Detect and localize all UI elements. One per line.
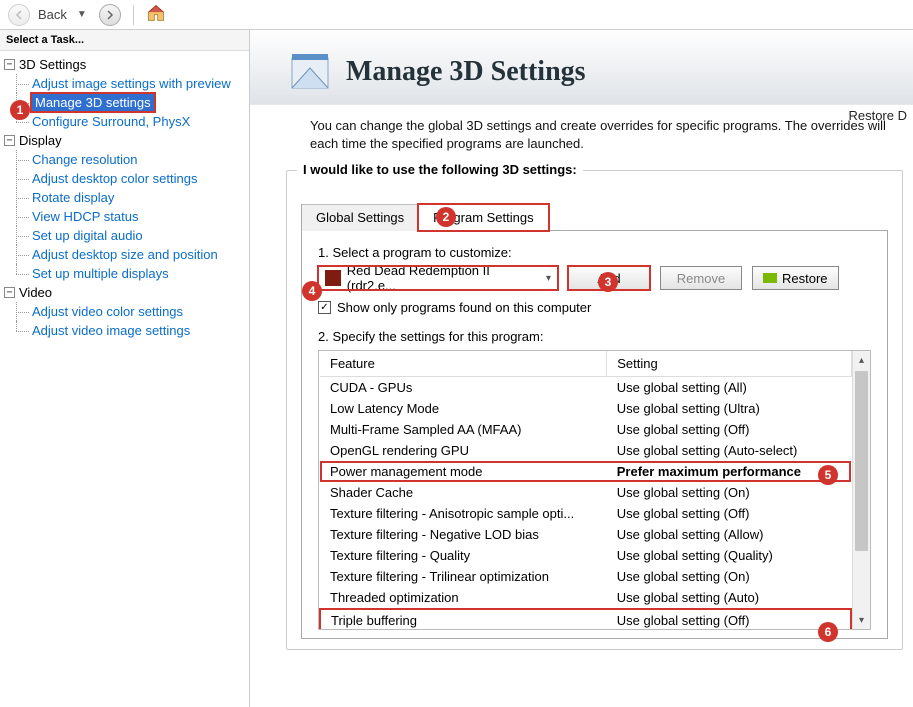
table-row[interactable]: Threaded optimizationUse global setting …: [320, 587, 851, 609]
feature-cell: Power management mode: [320, 461, 607, 482]
tree-link[interactable]: Adjust image settings with preview: [32, 76, 231, 91]
tab-global-settings[interactable]: Global Settings: [301, 204, 419, 231]
group-label: I would like to use the following 3D set…: [297, 162, 583, 177]
setting-cell[interactable]: Use global setting (Allow): [607, 524, 851, 545]
table-row[interactable]: Texture filtering - Anisotropic sample o…: [320, 503, 851, 524]
table-row[interactable]: Multi-Frame Sampled AA (MFAA)Use global …: [320, 419, 851, 440]
task-tree: −3D SettingsAdjust image settings with p…: [0, 51, 249, 707]
intro-text: You can change the global 3D settings an…: [250, 105, 913, 152]
forward-button[interactable]: [99, 4, 121, 26]
program-select[interactable]: Red Dead Redemption II (rdr2.e... ▾: [318, 266, 558, 290]
column-feature[interactable]: Feature: [320, 351, 607, 377]
setting-cell[interactable]: Prefer maximum performance: [607, 461, 851, 482]
chevron-down-icon: ▾: [546, 273, 551, 284]
setting-cell[interactable]: Use global setting (Ultra): [607, 398, 851, 419]
tree-link[interactable]: Adjust desktop size and position: [32, 247, 218, 262]
tree-link[interactable]: Adjust video color settings: [32, 304, 183, 319]
tree-toggle[interactable]: −: [4, 135, 15, 146]
remove-button[interactable]: Remove: [660, 266, 742, 290]
feature-cell: Triple buffering: [320, 609, 607, 629]
table-row[interactable]: CUDA - GPUsUse global setting (All): [320, 377, 851, 399]
tab-body: 1. Select a program to customize: Red De…: [301, 231, 888, 639]
sidebar-header: Select a Task...: [0, 30, 249, 51]
tree-link[interactable]: Set up digital audio: [32, 228, 143, 243]
setting-cell[interactable]: Use global setting (On): [607, 482, 851, 503]
header-band: Manage 3D Settings: [250, 30, 913, 105]
content: Manage 3D Settings Restore D You can cha…: [250, 30, 913, 707]
table-row[interactable]: OpenGL rendering GPUUse global setting (…: [320, 440, 851, 461]
back-button[interactable]: [8, 4, 30, 26]
settings-table: Feature Setting CUDA - GPUsUse global se…: [319, 351, 852, 629]
table-row[interactable]: Texture filtering - Negative LOD biasUse…: [320, 524, 851, 545]
tree-group-label[interactable]: 3D Settings: [19, 57, 86, 72]
tabstrip: Global Settings Program Settings: [301, 203, 888, 231]
home-icon[interactable]: [146, 3, 166, 26]
settings-table-wrap: Feature Setting CUDA - GPUsUse global se…: [318, 350, 871, 630]
feature-cell: Shader Cache: [320, 482, 607, 503]
scroll-thumb[interactable]: [855, 371, 868, 551]
restore-button-label: Restore: [782, 271, 828, 286]
table-row[interactable]: Triple bufferingUse global setting (Off): [320, 609, 851, 629]
feature-cell: Texture filtering - Anisotropic sample o…: [320, 503, 607, 524]
step1-label: 1. Select a program to customize:: [318, 245, 871, 260]
back-history-dropdown[interactable]: ▼: [77, 9, 87, 20]
toolbar-divider: [133, 5, 134, 25]
program-icon: [325, 270, 341, 286]
feature-cell: Multi-Frame Sampled AA (MFAA): [320, 419, 607, 440]
tree-link[interactable]: Set up multiple displays: [32, 266, 169, 281]
feature-cell: Texture filtering - Quality: [320, 545, 607, 566]
table-row[interactable]: Low Latency ModeUse global setting (Ultr…: [320, 398, 851, 419]
back-label: Back: [38, 7, 67, 22]
setting-cell[interactable]: Use global setting (Auto): [607, 587, 851, 609]
feature-cell: Threaded optimization: [320, 587, 607, 609]
page-title: Manage 3D Settings: [346, 56, 586, 88]
restore-defaults-link[interactable]: Restore D: [848, 108, 913, 123]
tree-group-label[interactable]: Video: [19, 285, 52, 300]
table-row[interactable]: Texture filtering - Trilinear optimizati…: [320, 566, 851, 587]
table-row[interactable]: Texture filtering - QualityUse global se…: [320, 545, 851, 566]
program-select-value: Red Dead Redemption II (rdr2.e...: [347, 263, 540, 293]
settings-group: I would like to use the following 3D set…: [286, 170, 903, 650]
setting-cell[interactable]: Use global setting (All): [607, 377, 851, 399]
feature-cell: Texture filtering - Negative LOD bias: [320, 524, 607, 545]
tree-group-label[interactable]: Display: [19, 133, 62, 148]
tree-toggle[interactable]: −: [4, 59, 15, 70]
tree-link[interactable]: Rotate display: [32, 190, 114, 205]
tree-link[interactable]: Change resolution: [32, 152, 138, 167]
tree-toggle[interactable]: −: [4, 287, 15, 298]
table-row[interactable]: Shader CacheUse global setting (On): [320, 482, 851, 503]
tree-link[interactable]: Adjust desktop color settings: [32, 171, 197, 186]
sidebar: Select a Task... −3D SettingsAdjust imag…: [0, 30, 250, 707]
feature-cell: Texture filtering - Trilinear optimizati…: [320, 566, 607, 587]
nvidia-badge-icon: [763, 273, 777, 283]
scrollbar[interactable]: ▴ ▾: [852, 351, 870, 629]
tab-program-settings[interactable]: Program Settings: [418, 204, 548, 231]
setting-cell[interactable]: Use global setting (Off): [607, 503, 851, 524]
restore-button[interactable]: Restore: [752, 266, 839, 290]
tree-link[interactable]: View HDCP status: [32, 209, 138, 224]
setting-cell[interactable]: Use global setting (Auto-select): [607, 440, 851, 461]
step2-label: 2. Specify the settings for this program…: [318, 329, 871, 344]
setting-cell[interactable]: Use global setting (Quality): [607, 545, 851, 566]
setting-cell[interactable]: Use global setting (Off): [607, 609, 851, 629]
scroll-up-icon[interactable]: ▴: [853, 351, 870, 369]
setting-cell[interactable]: Use global setting (On): [607, 566, 851, 587]
show-only-checkbox[interactable]: ✓: [318, 301, 331, 314]
settings-icon: [286, 48, 334, 96]
table-row[interactable]: Power management modePrefer maximum perf…: [320, 461, 851, 482]
setting-cell[interactable]: Use global setting (Off): [607, 419, 851, 440]
tree-link[interactable]: Configure Surround, PhysX: [32, 114, 190, 129]
column-setting[interactable]: Setting: [607, 351, 851, 377]
feature-cell: OpenGL rendering GPU: [320, 440, 607, 461]
toolbar: Back ▼: [0, 0, 913, 30]
scroll-down-icon[interactable]: ▾: [853, 611, 870, 629]
feature-cell: CUDA - GPUs: [320, 377, 607, 399]
feature-cell: Low Latency Mode: [320, 398, 607, 419]
tree-link[interactable]: Manage 3D settings: [32, 94, 154, 111]
tree-link[interactable]: Adjust video image settings: [32, 323, 190, 338]
show-only-label: Show only programs found on this compute…: [337, 300, 591, 315]
add-button[interactable]: Add: [568, 266, 650, 290]
